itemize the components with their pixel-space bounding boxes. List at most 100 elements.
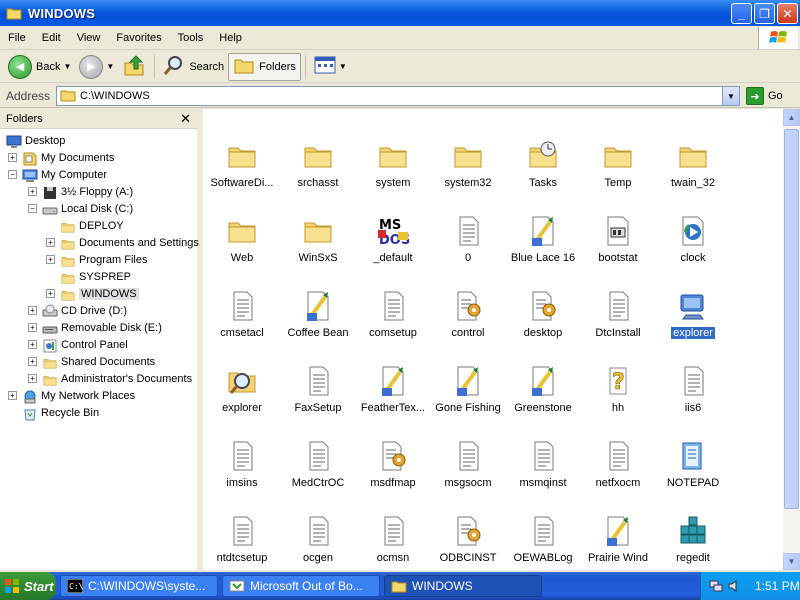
back-button[interactable]: ◀ Back ▼ (4, 53, 75, 81)
restore-button[interactable]: ❐ (754, 3, 775, 24)
file-item[interactable]: Prairie Wind (579, 514, 657, 564)
expand-icon[interactable]: + (46, 289, 55, 298)
file-item[interactable]: explorer (203, 364, 281, 414)
menu-favorites[interactable]: Favorites (108, 32, 169, 44)
taskbar-oobe-window[interactable]: Microsoft Out of Bo... (222, 575, 380, 597)
volume-tray-icon[interactable] (727, 579, 741, 593)
expand-icon[interactable]: + (46, 238, 55, 247)
collapse-icon[interactable]: − (28, 204, 37, 213)
file-item[interactable]: 0 (429, 214, 507, 264)
menu-file[interactable]: File (0, 32, 34, 44)
tree-item[interactable]: + CD Drive (D:) (28, 302, 127, 319)
address-dropdown-icon[interactable]: ▼ (722, 87, 739, 105)
file-item[interactable]: netfxocm (579, 439, 657, 489)
file-item[interactable]: OEWABLog (504, 514, 582, 564)
file-item[interactable]: bootstat (579, 214, 657, 264)
file-item[interactable]: iis6 (654, 364, 732, 414)
folders-button[interactable]: Folders (228, 52, 301, 81)
views-button[interactable]: ▼ (310, 53, 351, 81)
tree-item[interactable]: + Administrator's Documents (28, 370, 192, 387)
search-button[interactable]: Search (159, 53, 228, 81)
file-item[interactable]: ODBCINST (429, 514, 507, 564)
tree-item[interactable]: + WINDOWS (46, 285, 139, 302)
title-bar[interactable]: WINDOWS _ ❐ ✕ (0, 0, 800, 26)
forward-button[interactable]: ▶ ▼ (75, 53, 118, 81)
up-button[interactable] (118, 53, 150, 81)
file-item[interactable]: Coffee Bean (279, 289, 357, 339)
close-pane-icon[interactable]: ✕ (180, 111, 191, 127)
tree-item[interactable]: + Program Files (46, 251, 147, 268)
forward-dropdown-icon[interactable]: ▼ (106, 62, 114, 71)
file-item[interactable]: Temp (579, 139, 657, 189)
expand-icon[interactable]: + (46, 255, 55, 264)
go-button[interactable]: ➜ Go (746, 87, 783, 105)
menu-help[interactable]: Help (211, 32, 250, 44)
file-item[interactable]: Tasks (504, 139, 582, 189)
network-tray-icon[interactable] (709, 579, 723, 593)
tree-item[interactable]: + My Documents (8, 149, 114, 166)
menu-tools[interactable]: Tools (170, 32, 212, 44)
file-item[interactable]: cmsetacl (203, 289, 281, 339)
file-item[interactable]: comsetup (354, 289, 432, 339)
scroll-down-icon[interactable]: ▼ (783, 553, 800, 570)
file-item[interactable]: msdfmap (354, 439, 432, 489)
file-item[interactable]: Greenstone (504, 364, 582, 414)
file-item[interactable]: twain_32 (654, 139, 732, 189)
taskbar-cmd-window[interactable]: C:\ C:\WINDOWS\syste... (60, 575, 218, 597)
minimize-button[interactable]: _ (731, 3, 752, 24)
collapse-icon[interactable]: − (8, 170, 17, 179)
file-item[interactable]: srchasst (279, 139, 357, 189)
file-item[interactable]: SoftwareDi... (203, 139, 281, 189)
tree-item[interactable]: + Shared Documents (28, 353, 155, 370)
start-button[interactable]: Start (0, 572, 56, 600)
file-item[interactable]: imsins (203, 439, 281, 489)
file-item[interactable]: system32 (429, 139, 507, 189)
file-item[interactable]: desktop (504, 289, 582, 339)
file-item[interactable]: NOTEPAD (654, 439, 732, 489)
views-dropdown-icon[interactable]: ▼ (339, 62, 347, 71)
scroll-up-icon[interactable]: ▲ (783, 109, 800, 126)
file-item[interactable]: ntdtcsetup (203, 514, 281, 564)
tree-item[interactable]: + Documents and Settings (46, 234, 199, 251)
file-item[interactable]: system (354, 139, 432, 189)
file-item[interactable]: ocgen (279, 514, 357, 564)
expand-icon[interactable]: + (28, 306, 37, 315)
expand-icon[interactable]: + (28, 357, 37, 366)
scrollbar-thumb[interactable] (784, 129, 799, 509)
file-item[interactable]: FeatherTex... (354, 364, 432, 414)
tree-item[interactable]: Desktop (6, 132, 65, 149)
file-list-view[interactable]: SoftwareDi... srchasst system system32 Tasks… (203, 109, 783, 570)
tree-item[interactable]: DEPLOY (46, 217, 124, 234)
file-item[interactable]: FaxSetup (279, 364, 357, 414)
expand-icon[interactable]: + (8, 153, 17, 162)
file-item[interactable]: msgsocm (429, 439, 507, 489)
menu-edit[interactable]: Edit (34, 32, 69, 44)
vertical-scrollbar[interactable]: ▲ ▼ (783, 109, 800, 570)
expand-icon[interactable]: + (8, 391, 17, 400)
file-item[interactable]: Blue Lace 16 (504, 214, 582, 264)
file-item[interactable]: msmqinst (504, 439, 582, 489)
expand-icon[interactable]: + (28, 340, 37, 349)
file-item[interactable]: Web (203, 214, 281, 264)
expand-icon[interactable]: + (28, 187, 37, 196)
file-item[interactable]: control (429, 289, 507, 339)
file-item[interactable]: ocmsn (354, 514, 432, 564)
tree-item[interactable]: − Local Disk (C:) (28, 200, 133, 217)
tree-item[interactable]: Recycle Bin (8, 404, 99, 421)
tree-item[interactable]: SYSPREP (46, 268, 131, 285)
file-item[interactable]: WinSxS (279, 214, 357, 264)
expand-icon[interactable]: + (28, 374, 37, 383)
file-item[interactable]: DtcInstall (579, 289, 657, 339)
tree-item[interactable]: + My Network Places (8, 387, 135, 404)
file-item[interactable]: ? hh (579, 364, 657, 414)
file-item[interactable]: explorer (654, 289, 732, 342)
file-item[interactable]: Gone Fishing (429, 364, 507, 414)
close-button[interactable]: ✕ (777, 3, 798, 24)
tree-item[interactable]: + Removable Disk (E:) (28, 319, 162, 336)
file-item[interactable]: regedit (654, 514, 732, 564)
address-input[interactable]: C:\WINDOWS ▼ (56, 86, 740, 106)
tree-item[interactable]: +3½ Floppy (A:) (28, 183, 133, 200)
expand-icon[interactable]: + (28, 323, 37, 332)
tree-item[interactable]: + Control Panel (28, 336, 128, 353)
file-item[interactable]: clock (654, 214, 732, 264)
